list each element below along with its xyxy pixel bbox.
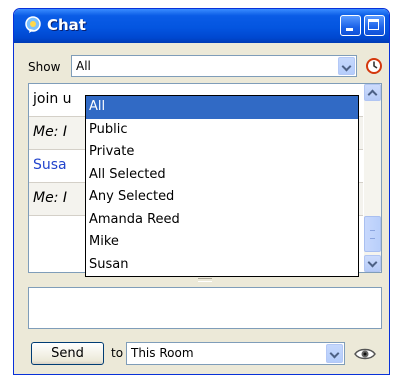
scroll-down-button[interactable] (364, 255, 381, 272)
chat-bubble-icon (25, 16, 41, 33)
chevron-down-icon[interactable] (338, 57, 355, 75)
show-filter-select[interactable]: All (71, 55, 357, 77)
chevron-down-icon[interactable] (326, 344, 343, 363)
window-title: Chat (47, 16, 86, 34)
show-label: Show (28, 60, 61, 74)
recipient-select[interactable]: This Room (126, 342, 345, 365)
message-input[interactable] (28, 287, 382, 329)
send-button[interactable]: Send (31, 342, 104, 365)
scroll-thumb[interactable] (364, 216, 381, 252)
minimize-button[interactable] (340, 15, 361, 36)
show-filter-dropdown[interactable]: All Public Private All Selected Any Sele… (85, 95, 359, 277)
dropdown-option-public[interactable]: Public (86, 119, 358, 142)
dropdown-option-any-selected[interactable]: Any Selected (86, 186, 358, 209)
chat-window: Chat Show All join u Me: I Susa Me: I Se… (13, 8, 390, 375)
maximize-button[interactable] (364, 15, 385, 36)
show-filter-value: All (76, 59, 91, 73)
to-label: to (111, 346, 124, 360)
dropdown-option-amanda-reed[interactable]: Amanda Reed (86, 209, 358, 232)
clock-icon[interactable] (365, 57, 383, 75)
title-bar[interactable]: Chat (14, 9, 389, 43)
dropdown-option-susan[interactable]: Susan (86, 254, 358, 277)
scroll-up-button[interactable] (364, 84, 381, 101)
dropdown-option-all-selected[interactable]: All Selected (86, 164, 358, 187)
dropdown-option-private[interactable]: Private (86, 141, 358, 164)
dropdown-option-all[interactable]: All (86, 96, 358, 119)
dropdown-option-mike[interactable]: Mike (86, 231, 358, 254)
recipient-value: This Room (131, 346, 194, 360)
message-scrollbar[interactable] (364, 84, 381, 272)
eye-icon[interactable] (354, 346, 376, 362)
